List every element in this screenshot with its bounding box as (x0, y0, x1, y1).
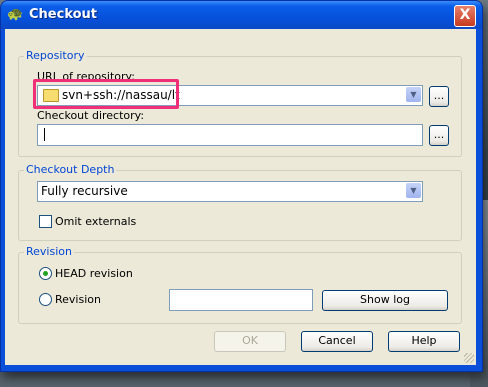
url-highlight-annotation (33, 79, 179, 109)
repository-group-label: Repository (24, 49, 87, 62)
chevron-down-icon[interactable]: ▼ (406, 183, 421, 198)
depth-value: Fully recursive (41, 184, 128, 198)
revision-group: Revision (18, 245, 462, 324)
browse-directory-button[interactable]: ... (429, 125, 449, 146)
text-cursor (44, 128, 45, 141)
radio-selected-dot (43, 271, 48, 276)
omit-externals-checkbox[interactable] (39, 215, 52, 228)
help-button[interactable]: Help (388, 331, 460, 352)
checkout-dialog: 🐢 Checkout X Repository URL of repositor… (0, 0, 483, 372)
cancel-button[interactable]: Cancel (301, 331, 373, 352)
revision-radio[interactable] (39, 293, 52, 306)
checkout-directory-label: Checkout directory: (37, 109, 145, 122)
revision-label[interactable]: Revision (55, 293, 101, 306)
depth-combobox[interactable]: Fully recursive ▼ (37, 181, 423, 202)
head-revision-label[interactable]: HEAD revision (55, 267, 133, 280)
revision-number-input[interactable] (169, 289, 313, 311)
head-revision-radio[interactable] (39, 267, 52, 280)
title-bar[interactable]: 🐢 Checkout X (1, 1, 482, 29)
show-log-button[interactable]: Show log (322, 290, 448, 311)
chevron-down-icon[interactable]: ▼ (406, 87, 421, 102)
window-title: Checkout (29, 7, 98, 22)
revision-group-label: Revision (24, 245, 74, 258)
tortoise-icon: 🐢 (7, 7, 24, 22)
checkout-directory-input[interactable] (37, 124, 423, 146)
checkout-depth-group-label: Checkout Depth (24, 163, 117, 176)
omit-externals-label[interactable]: Omit externals (55, 215, 136, 228)
ok-button[interactable]: OK (214, 331, 286, 352)
resize-grip-icon[interactable] (464, 353, 474, 363)
close-button[interactable]: X (454, 5, 476, 27)
browse-url-button[interactable]: ... (429, 86, 449, 107)
